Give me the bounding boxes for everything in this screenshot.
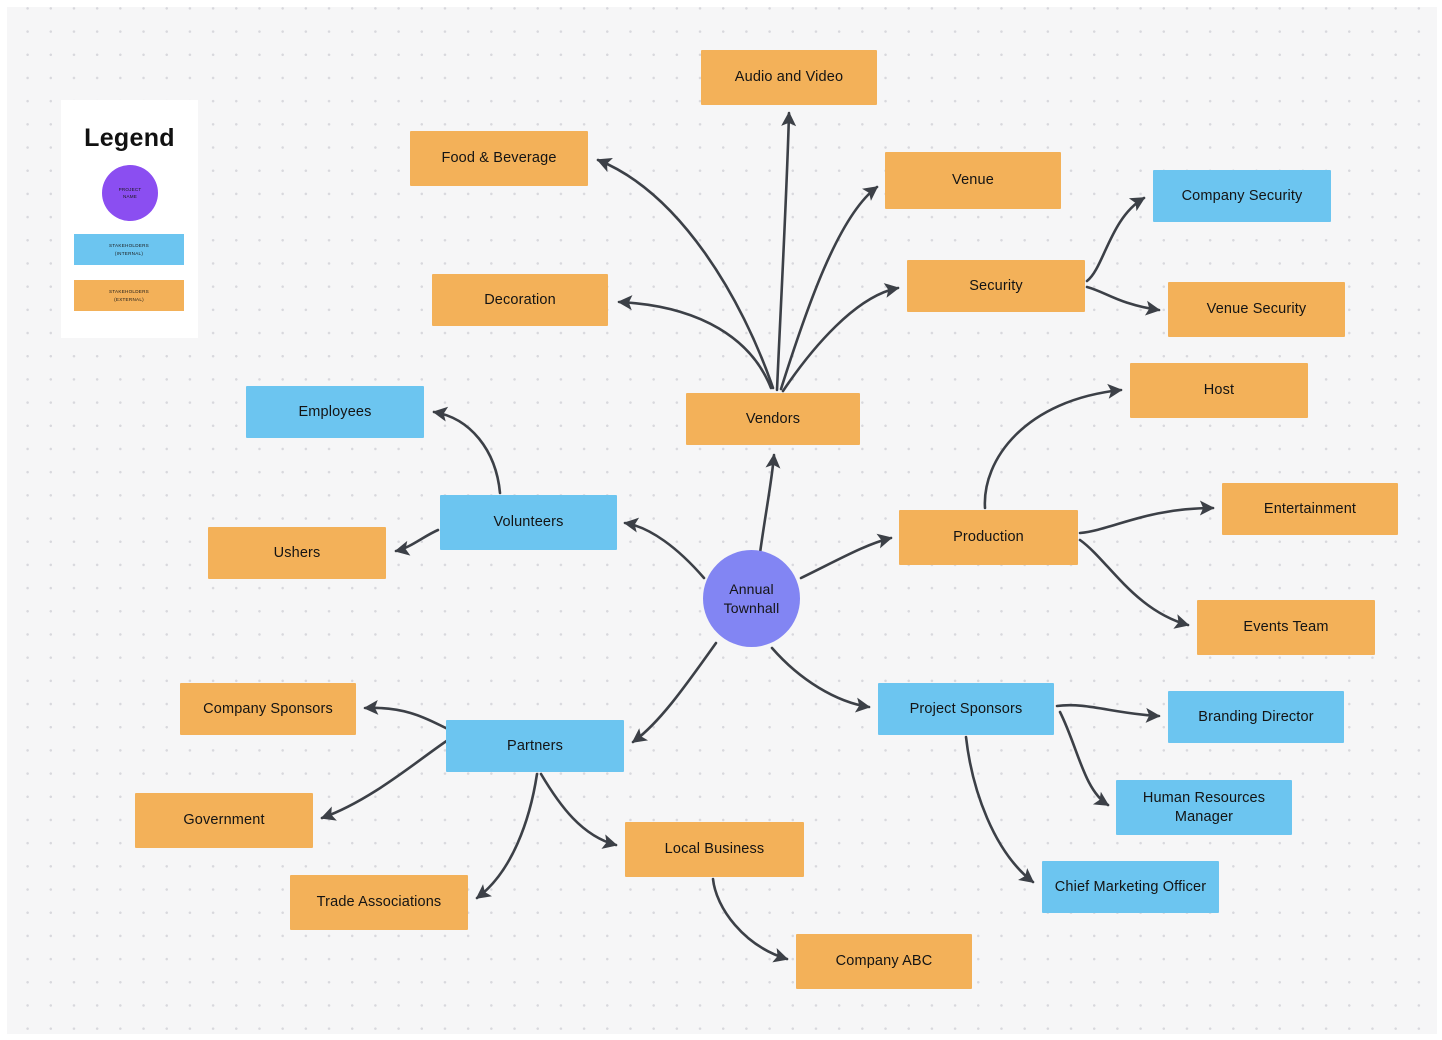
node-food-and-beverage-label: Food & Beverage (441, 150, 557, 167)
edge-root-volunteers (623, 517, 706, 580)
node-events-team[interactable]: Events Team (1197, 600, 1375, 655)
node-project-sponsors-label: Project Sponsors (909, 700, 1023, 717)
legend-swatch-stakeholders-internal: STAKEHOLDERS (INTERNAL) (74, 234, 184, 265)
node-local-business[interactable]: Local Business (625, 822, 804, 877)
node-venue-security-label: Venue Security (1206, 301, 1307, 318)
edge-partners-company-sponsors (363, 699, 452, 732)
node-vendors-label: Vendors (745, 410, 801, 427)
node-chief-marketing-officer-label: Chief Marketing Officer (1054, 878, 1207, 895)
edge-partners-local-business (539, 772, 618, 849)
node-partners-label: Partners (507, 737, 563, 754)
node-root-label: Annual Townhall (723, 580, 780, 616)
node-partners[interactable]: Partners (446, 720, 624, 772)
node-human-resources-manager[interactable]: Human Resources Manager (1116, 780, 1292, 835)
node-human-resources-manager-label: Human Resources Manager (1142, 790, 1266, 825)
mindmap-canvas[interactable]: Annual Townhall Vendors Audio and Video … (0, 0, 1442, 1040)
node-employees[interactable]: Employees (246, 386, 424, 438)
edge-security-company-security (1085, 196, 1146, 283)
node-vendors[interactable]: Vendors (686, 393, 860, 445)
node-volunteers-label: Volunteers (493, 514, 564, 531)
node-company-abc[interactable]: Company ABC (796, 934, 972, 989)
node-company-security-label: Company Security (1181, 187, 1303, 204)
node-security[interactable]: Security (907, 260, 1085, 312)
edge-vendors-venue (779, 185, 879, 391)
node-company-sponsors[interactable]: Company Sponsors (180, 683, 356, 735)
board-edge-bottom (0, 1034, 1442, 1040)
edge-volunteers-ushers (394, 528, 440, 556)
node-chief-marketing-officer[interactable]: Chief Marketing Officer (1042, 861, 1219, 913)
edge-root-vendors (758, 453, 781, 555)
node-root[interactable]: Annual Townhall (703, 550, 800, 647)
legend-swatch-stakeholders-external-label: STAKEHOLDERS (EXTERNAL) (109, 289, 149, 302)
node-production-label: Production (953, 529, 1024, 546)
node-venue-label: Venue (952, 172, 994, 189)
edge-vendors-audio-video (775, 111, 797, 392)
node-government[interactable]: Government (135, 793, 313, 848)
node-company-sponsors-label: Company Sponsors (203, 700, 333, 717)
node-branding-director[interactable]: Branding Director (1168, 691, 1344, 743)
edge-root-partners (631, 641, 718, 744)
board-edge-top (0, 0, 1442, 7)
edge-partners-trade-associations (475, 772, 539, 900)
edge-production-entertainment (1078, 500, 1215, 535)
node-project-sponsors[interactable]: Project Sponsors (878, 683, 1054, 735)
node-decoration-label: Decoration (484, 291, 556, 308)
node-venue[interactable]: Venue (885, 152, 1061, 209)
node-audio-and-video[interactable]: Audio and Video (701, 50, 877, 105)
edge-project-sponsors-cmo (964, 735, 1035, 884)
edge-partners-government (320, 738, 450, 821)
edge-vendors-security (781, 283, 900, 393)
node-company-abc-label: Company ABC (835, 953, 933, 970)
edge-production-host (983, 383, 1123, 510)
edge-vendors-decoration (617, 295, 773, 390)
node-ushers[interactable]: Ushers (208, 527, 386, 579)
node-food-and-beverage[interactable]: Food & Beverage (410, 131, 588, 186)
node-production[interactable]: Production (899, 510, 1078, 565)
edge-volunteers-employees (432, 406, 502, 495)
node-government-label: Government (183, 812, 265, 829)
node-audio-and-video-label: Audio and Video (734, 69, 844, 86)
edge-project-sponsors-branding-director (1055, 703, 1161, 723)
node-local-business-label: Local Business (664, 841, 765, 858)
legend-swatch-project-name-label: PROJECT NAME (118, 186, 142, 199)
node-ushers-label: Ushers (273, 544, 321, 561)
node-decoration[interactable]: Decoration (432, 274, 608, 326)
legend-swatch-stakeholders-external: STAKEHOLDERS (EXTERNAL) (74, 280, 184, 311)
node-trade-associations[interactable]: Trade Associations (290, 875, 468, 930)
board-edge-right (1437, 0, 1442, 1040)
node-trade-associations-label: Trade Associations (316, 894, 442, 911)
edge-project-sponsors-hr-manager (1058, 710, 1110, 807)
legend-swatch-project-name: PROJECT NAME (102, 165, 158, 221)
node-events-team-label: Events Team (1243, 619, 1329, 636)
node-security-label: Security (969, 277, 1023, 294)
node-host[interactable]: Host (1130, 363, 1308, 418)
edge-security-venue-security (1085, 285, 1161, 316)
legend-title: Legend (84, 124, 175, 152)
edge-local-business-company-abc (711, 877, 789, 963)
legend-panel: Legend PROJECT NAME STAKEHOLDERS (INTERN… (61, 100, 198, 338)
edge-vendors-food-beverage (596, 157, 775, 390)
edge-production-events-team (1078, 538, 1190, 629)
node-employees-label: Employees (298, 403, 372, 420)
node-branding-director-label: Branding Director (1198, 708, 1314, 725)
legend-swatch-stakeholders-internal-label: STAKEHOLDERS (INTERNAL) (109, 243, 149, 256)
edge-root-project-sponsors (770, 646, 871, 713)
board-edge-left (0, 0, 7, 1040)
node-entertainment-label: Entertainment (1263, 500, 1357, 517)
node-volunteers[interactable]: Volunteers (440, 495, 617, 550)
node-venue-security[interactable]: Venue Security (1168, 282, 1345, 337)
edge-root-production (799, 533, 893, 580)
node-entertainment[interactable]: Entertainment (1222, 483, 1398, 535)
node-host-label: Host (1203, 382, 1235, 399)
node-company-security[interactable]: Company Security (1153, 170, 1331, 222)
